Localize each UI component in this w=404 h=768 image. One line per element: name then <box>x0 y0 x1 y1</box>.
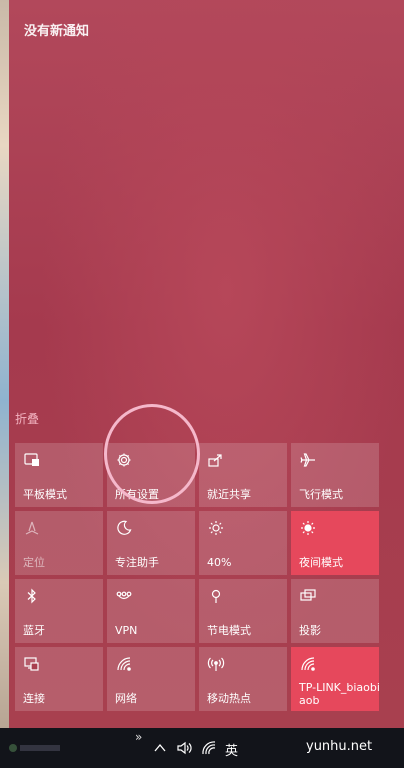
tile-label: 网络 <box>115 692 137 705</box>
collapse-link[interactable]: 折叠 <box>15 410 39 427</box>
tile-label: VPN <box>115 624 138 637</box>
taskbar-app-icon[interactable] <box>6 741 66 755</box>
tile-wifi[interactable]: TP-LINK_biaobiaob <box>291 647 380 711</box>
night-light-icon <box>299 519 317 537</box>
tile-label: 平板模式 <box>23 488 67 501</box>
wifi-icon <box>299 655 317 673</box>
tile-all-settings[interactable]: 所有设置 <box>107 443 195 507</box>
tile-mobile-hotspot[interactable]: 移动热点 <box>199 647 287 711</box>
tile-airplane-mode[interactable]: 飞行模式 <box>291 443 379 507</box>
tile-label: TP-LINK_biaobiaob <box>299 681 380 707</box>
tile-brightness[interactable]: 40% <box>199 511 287 575</box>
brightness-icon <box>207 519 225 537</box>
vpn-icon <box>115 587 133 605</box>
tile-label: 节电模式 <box>207 624 251 637</box>
tile-bluetooth[interactable]: 蓝牙 <box>15 579 103 643</box>
network-tray-icon[interactable] <box>201 740 217 756</box>
input-method-indicator[interactable]: 英 <box>225 740 238 759</box>
tile-label: 40% <box>207 556 232 569</box>
tile-vpn[interactable]: VPN <box>107 579 195 643</box>
quick-actions-grid: 平板模式 所有设置 就近共享 飞行模式 定位 专注助手 40% 夜间模式 蓝牙 … <box>15 443 380 711</box>
tile-label: 飞行模式 <box>299 488 343 501</box>
connect-icon <box>23 655 41 673</box>
volume-icon[interactable] <box>176 740 192 756</box>
taskbar: » 英 yunhu.net <box>0 728 404 768</box>
overflow-chevron-icon[interactable]: » <box>135 730 142 744</box>
battery-saver-icon <box>207 587 225 605</box>
tile-label: 蓝牙 <box>23 624 45 637</box>
tile-label: 投影 <box>299 624 321 637</box>
tile-battery-saver[interactable]: 节电模式 <box>199 579 287 643</box>
tile-label: 移动热点 <box>207 692 251 705</box>
moon-icon <box>115 519 133 537</box>
tile-focus-assist[interactable]: 专注助手 <box>107 511 195 575</box>
airplane-icon <box>299 451 317 469</box>
no-notifications-text: 没有新通知 <box>24 24 90 39</box>
location-icon <box>23 519 41 537</box>
tile-nearby-share[interactable]: 就近共享 <box>199 443 287 507</box>
tile-label: 所有设置 <box>115 488 159 501</box>
project-icon <box>299 587 317 605</box>
tile-location[interactable]: 定位 <box>15 511 103 575</box>
tile-connect[interactable]: 连接 <box>15 647 103 711</box>
desktop-background-strip <box>0 0 9 728</box>
tile-label: 夜间模式 <box>299 556 343 569</box>
gear-icon <box>115 451 133 469</box>
tile-network[interactable]: 网络 <box>107 647 195 711</box>
tile-tablet-mode[interactable]: 平板模式 <box>15 443 103 507</box>
tile-label: 连接 <box>23 692 45 705</box>
tile-night-light[interactable]: 夜间模式 <box>291 511 379 575</box>
tile-label: 专注助手 <box>115 556 159 569</box>
show-hidden-icons-icon[interactable] <box>152 740 168 756</box>
watermark-text: yunhu.net <box>306 739 373 754</box>
tile-project[interactable]: 投影 <box>291 579 379 643</box>
tile-label: 就近共享 <box>207 488 251 501</box>
tablet-mode-icon <box>23 451 41 469</box>
bluetooth-icon <box>23 587 41 605</box>
nearby-share-icon <box>207 451 225 469</box>
tile-label: 定位 <box>23 556 45 569</box>
network-icon <box>115 655 133 673</box>
hotspot-icon <box>207 655 225 673</box>
